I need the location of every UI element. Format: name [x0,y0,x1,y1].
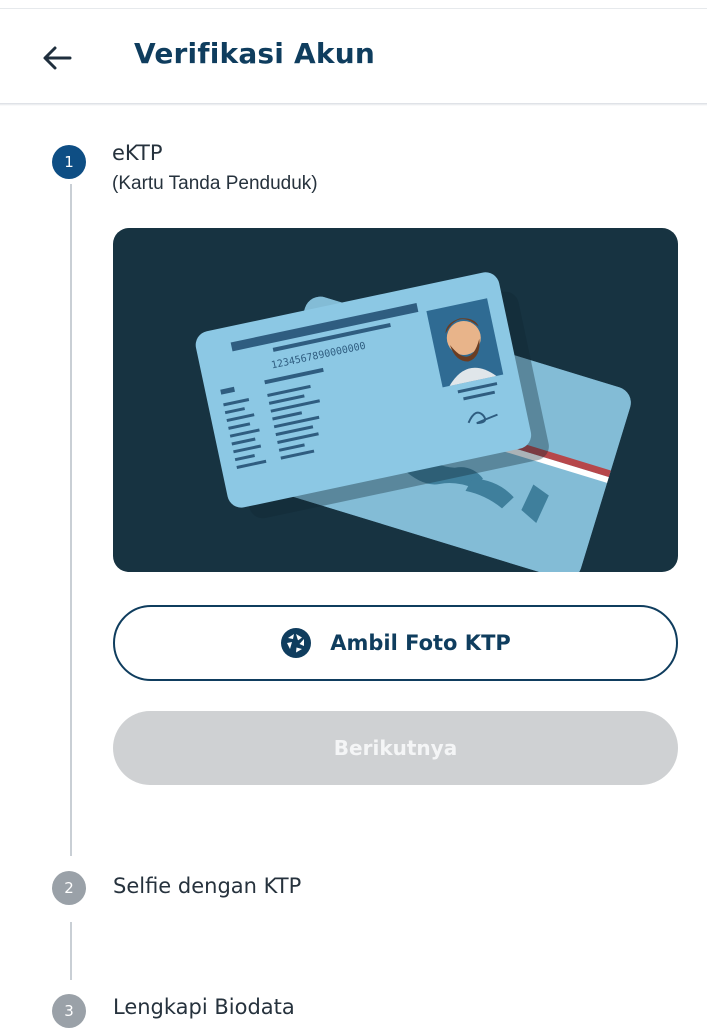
step-2-indicator: 2 [52,871,86,905]
step-2-title: Selfie dengan KTP [113,874,302,898]
step-1-subtitle: (Kartu Tanda Penduduk) [112,173,318,194]
camera-shutter-icon [281,628,312,658]
next-button-label: Berikutnya [333,736,458,760]
back-button[interactable] [40,43,74,73]
header-shadow [0,103,707,106]
ektp-illustration: 1234567890000000 [113,228,678,572]
arrow-left-icon [43,46,72,70]
step-1-title: eKTP [112,141,163,165]
take-ktp-photo-label: Ambil Foto KTP [330,631,511,655]
next-button[interactable]: Berikutnya [113,711,678,785]
step-3-indicator: 3 [52,994,86,1028]
app-header: Verifikasi Akun [0,9,707,103]
step-connector-2-3 [70,922,72,980]
step-connector-1-2 [70,184,72,856]
step-1-indicator: 1 [52,145,86,179]
page-title: Verifikasi Akun [134,37,375,70]
take-ktp-photo-button[interactable]: Ambil Foto KTP [113,605,678,681]
step-3-title: Lengkapi Biodata [113,995,295,1019]
